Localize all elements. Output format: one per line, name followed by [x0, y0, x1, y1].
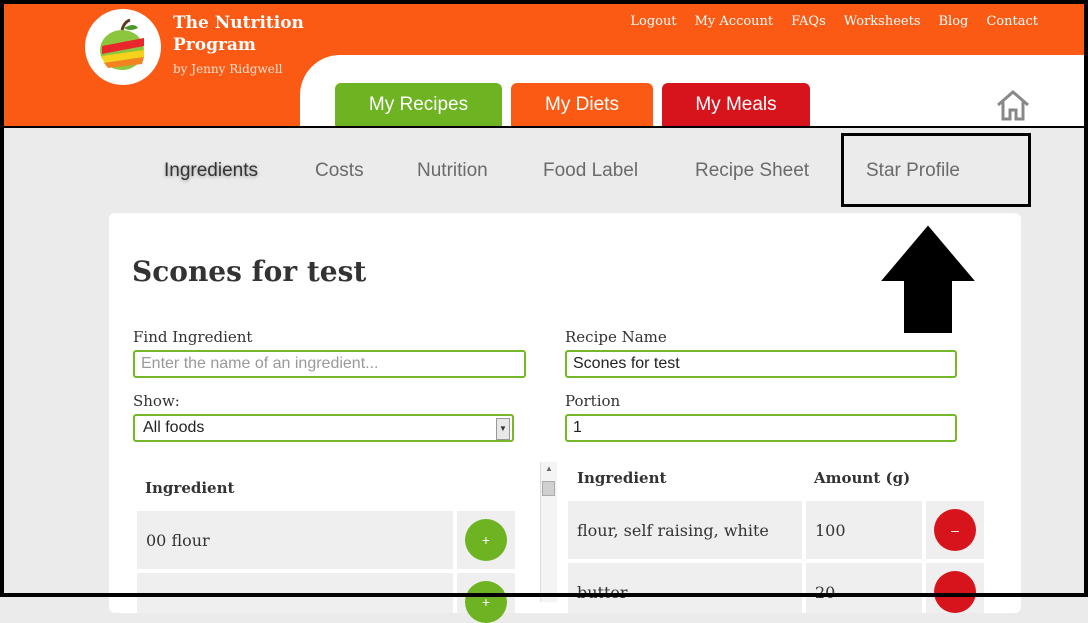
tab-ingredients[interactable]: Ingredients [164, 160, 258, 182]
recipe-name-label: Recipe Name [565, 328, 667, 346]
tab-nutrition[interactable]: Nutrition [417, 160, 488, 182]
contact-link[interactable]: Contact [986, 14, 1038, 29]
brand-byline: by Jenny Ridgwell [173, 62, 283, 76]
top-navigation: Logout My Account FAQs Worksheets Blog C… [630, 14, 1038, 29]
recipe-name-input[interactable]: Scones for test [565, 350, 957, 378]
portion-input[interactable]: 1 [565, 414, 957, 442]
show-select-value: All foods [143, 419, 205, 436]
search-ingredient-header: Ingredient [145, 479, 235, 497]
tab-my-diets[interactable]: My Diets [511, 83, 653, 127]
recipe-ingredient-name: butter [577, 583, 628, 602]
portion-label: Portion [565, 392, 621, 410]
logout-link[interactable]: Logout [630, 14, 676, 29]
recipe-ingredient-header: Ingredient [577, 469, 667, 487]
find-ingredient-input[interactable]: Enter the name of an ingredient... [133, 350, 526, 378]
page-title: Scones for test [132, 255, 367, 288]
faqs-link[interactable]: FAQs [791, 14, 826, 29]
tab-costs[interactable]: Costs [315, 160, 364, 182]
recipe-amount-cell[interactable]: 20 [806, 563, 922, 613]
tab-recipe-sheet[interactable]: Recipe Sheet [695, 160, 809, 182]
remove-ingredient-button[interactable]: – [934, 571, 976, 613]
apple-logo-icon[interactable] [85, 9, 161, 85]
recipe-ingredient-name: flour, self raising, white [577, 520, 769, 540]
my-account-link[interactable]: My Account [695, 14, 774, 29]
scroll-thumb[interactable] [542, 481, 555, 496]
tab-my-meals[interactable]: My Meals [662, 83, 810, 127]
recipe-ingredient-cell: butter [568, 563, 802, 613]
up-arrow-icon [876, 222, 980, 336]
home-icon[interactable] [995, 88, 1031, 122]
tab-my-recipes[interactable]: My Recipes [335, 83, 502, 127]
search-result-name: 00 flour [146, 530, 210, 550]
brand-line-1: The Nutrition [173, 13, 304, 33]
add-ingredient-button[interactable]: + [465, 581, 507, 623]
worksheets-link[interactable]: Worksheets [844, 14, 921, 29]
recipe-amount-cell[interactable]: 100 [806, 501, 922, 559]
ingredient-list-scrollbar[interactable]: ▲ [540, 462, 557, 602]
chevron-down-icon[interactable]: ▼ [496, 418, 510, 440]
show-label: Show: [133, 392, 180, 410]
header-divider [0, 126, 1088, 128]
add-ingredient-button[interactable]: + [465, 519, 507, 561]
brand-title[interactable]: The Nutrition Program [173, 12, 304, 56]
recipe-ingredient-cell: flour, self raising, white [568, 501, 802, 559]
search-result-row[interactable] [137, 573, 453, 613]
recipe-amount-value: 20 [815, 583, 836, 602]
brand-line-2: Program [173, 35, 256, 55]
blog-link[interactable]: Blog [939, 14, 969, 29]
recipe-amount-header: Amount (g) [814, 469, 911, 487]
star-profile-highlight [841, 133, 1031, 207]
tab-food-label[interactable]: Food Label [543, 160, 638, 182]
find-ingredient-label: Find Ingredient [133, 328, 253, 346]
scroll-up-icon[interactable]: ▲ [541, 464, 557, 478]
show-select[interactable]: All foods ▼ [133, 414, 514, 442]
remove-ingredient-button[interactable]: – [934, 509, 976, 551]
recipe-amount-value: 100 [815, 520, 846, 540]
search-result-row[interactable]: 00 flour [137, 511, 453, 569]
